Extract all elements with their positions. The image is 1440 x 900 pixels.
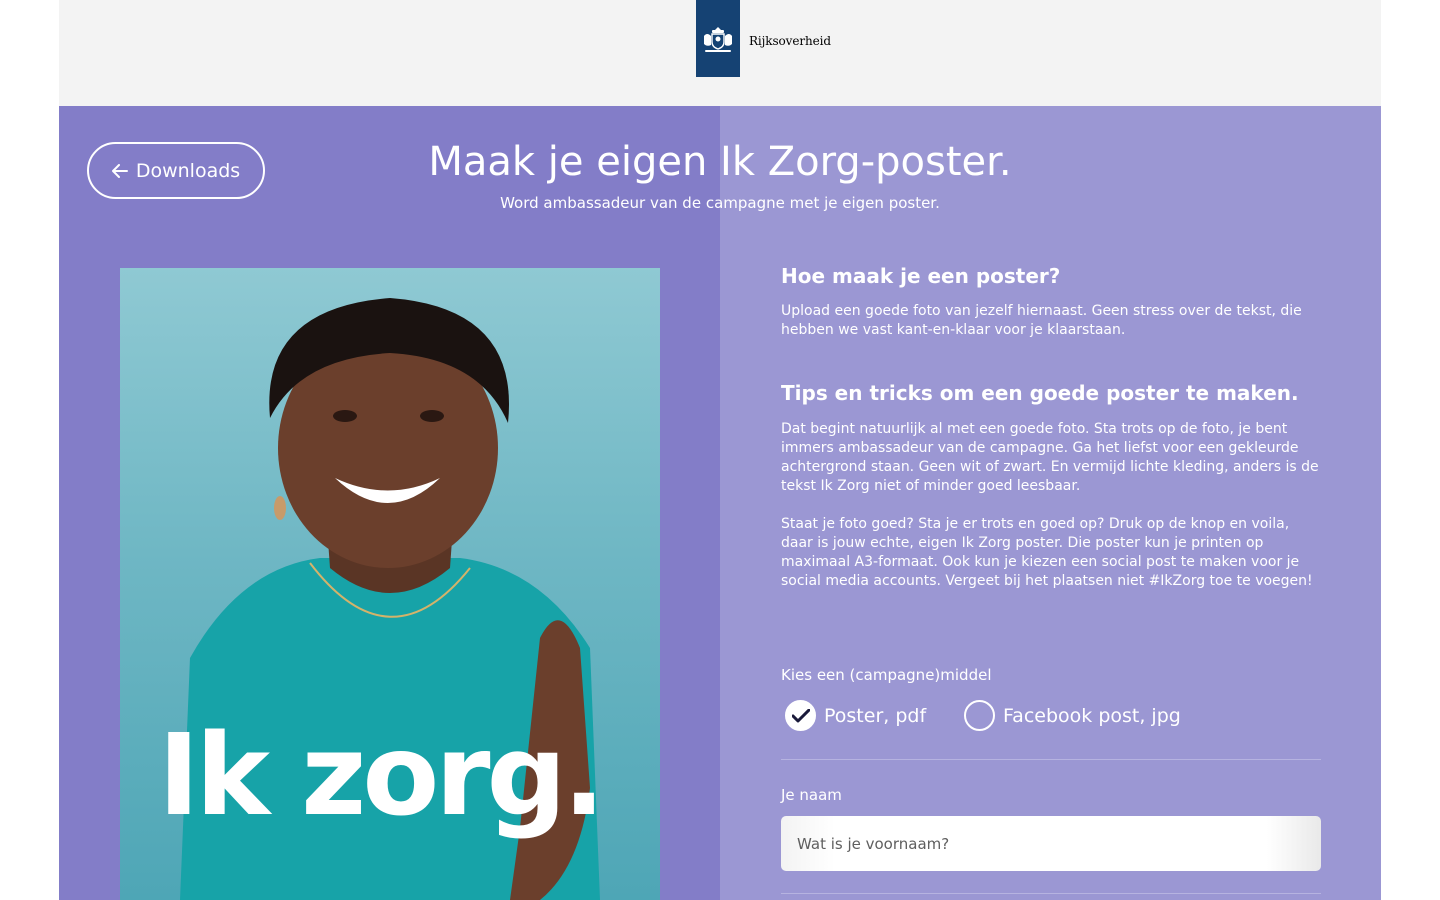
how-title: Hoe maak je een poster? bbox=[781, 264, 1061, 288]
back-button-label: Downloads bbox=[135, 159, 241, 182]
name-label: Je naam bbox=[781, 786, 842, 804]
poster-slogan: Ik zorg. bbox=[158, 711, 605, 841]
radio-checked[interactable] bbox=[785, 700, 816, 731]
option-label: Poster, pdf bbox=[824, 704, 927, 727]
divider bbox=[781, 759, 1321, 760]
tips-text-1: Dat begint natuurlijk al met een goede f… bbox=[781, 421, 1319, 494]
tips-text-2: Staat je foto goed? Sta je er trots en g… bbox=[781, 516, 1313, 589]
radio-unchecked[interactable] bbox=[964, 700, 995, 731]
option-facebook-jpg[interactable]: Facebook post, jpg bbox=[964, 700, 1181, 731]
logo-text: Rijksoverheid bbox=[749, 34, 831, 48]
main-section: Maak je eigen Ik Zorg-poster. Word ambas… bbox=[59, 106, 1381, 900]
how-text: Upload een goede foto van jezelf hiernaa… bbox=[781, 303, 1302, 338]
tips-title: Tips en tricks om een goede poster te ma… bbox=[781, 381, 1299, 405]
coat-of-arms-icon bbox=[704, 26, 732, 52]
option-poster-pdf[interactable]: Poster, pdf bbox=[785, 700, 926, 731]
medium-label: Kies een (campagne)middel bbox=[781, 666, 992, 684]
poster-preview: Ik zorg. bbox=[120, 268, 660, 900]
arrow-left-icon bbox=[111, 163, 128, 178]
divider bbox=[781, 893, 1321, 894]
rijksoverheid-logo[interactable] bbox=[696, 0, 740, 77]
page-subtitle: Word ambassadeur van de campagne met je … bbox=[500, 194, 940, 212]
name-input[interactable] bbox=[781, 816, 1321, 871]
medium-radio-group: Poster, pdf Facebook post, jpg bbox=[781, 700, 1321, 732]
checkmark-icon bbox=[791, 708, 810, 722]
back-to-downloads-button[interactable]: Downloads bbox=[87, 142, 265, 199]
option-label: Facebook post, jpg bbox=[1003, 704, 1181, 727]
